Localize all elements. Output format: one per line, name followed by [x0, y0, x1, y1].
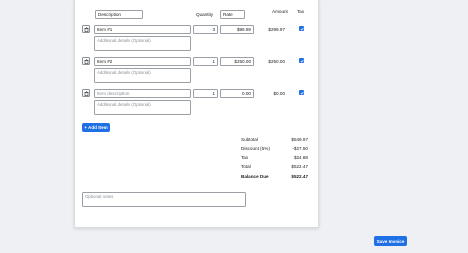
subtotal-value: $549.97	[291, 137, 308, 142]
item-details-input[interactable]: Additional details (Optional)	[94, 36, 191, 51]
item-details-input[interactable]: Additional details (Optional)	[94, 100, 191, 115]
balance-due-value: $522.47	[291, 174, 308, 179]
description-header: Description	[95, 10, 143, 19]
item-amount: $299.97	[268, 27, 285, 32]
item-description-input[interactable]: Item #2	[94, 57, 191, 66]
checkbox-checked-icon	[300, 91, 304, 95]
delete-row-button[interactable]	[82, 25, 90, 33]
checkbox-checked-icon	[300, 59, 304, 63]
delete-row-button[interactable]	[82, 57, 90, 65]
item-description-input[interactable]: Item #1	[94, 25, 191, 34]
trash-icon	[84, 58, 88, 64]
tax-label: Tax	[241, 155, 249, 160]
item-description-input[interactable]: Item description	[94, 89, 191, 98]
tax-value: $24.88	[293, 155, 308, 160]
notes-input[interactable]: Optional notes	[82, 192, 246, 207]
item-details-input[interactable]: Additional details (Optional)	[94, 68, 191, 83]
tax-header: Tax	[297, 9, 305, 14]
item-rate-input[interactable]: 0.00	[220, 89, 254, 98]
discount-label: Discount (5%)	[241, 146, 270, 151]
item-amount: $0.00	[273, 91, 286, 96]
item-amount: $250.00	[268, 59, 285, 64]
tax-checkbox[interactable]	[299, 58, 304, 63]
balance-due-label: Balance Due	[241, 174, 269, 179]
add-item-button[interactable]: + Add Item	[82, 123, 110, 132]
item-quantity-input[interactable]: 1	[193, 57, 218, 66]
subtotal-label: Subtotal	[241, 137, 258, 142]
invoice-card: Description Quantity Rate Amount Tax Ite…	[74, 0, 319, 228]
trash-icon	[84, 90, 88, 96]
delete-row-button[interactable]	[82, 89, 90, 97]
trash-icon	[84, 26, 88, 32]
tax-checkbox[interactable]	[299, 26, 304, 31]
discount-value: -$27.50	[292, 146, 308, 151]
item-rate-input[interactable]: $99.99	[220, 25, 254, 34]
amount-header: Amount	[272, 9, 288, 14]
quantity-header: Quantity	[196, 12, 214, 17]
item-rate-input[interactable]: $250.00	[220, 57, 254, 66]
rate-header: Rate	[220, 10, 245, 19]
item-quantity-input[interactable]: 1	[193, 89, 218, 98]
checkbox-checked-icon	[300, 27, 304, 31]
save-invoice-button[interactable]: Save Invoice	[374, 236, 407, 246]
item-quantity-input[interactable]: 3	[193, 25, 218, 34]
total-label: Total	[241, 164, 251, 169]
total-value: $522.47	[291, 164, 308, 169]
tax-checkbox[interactable]	[299, 90, 304, 95]
